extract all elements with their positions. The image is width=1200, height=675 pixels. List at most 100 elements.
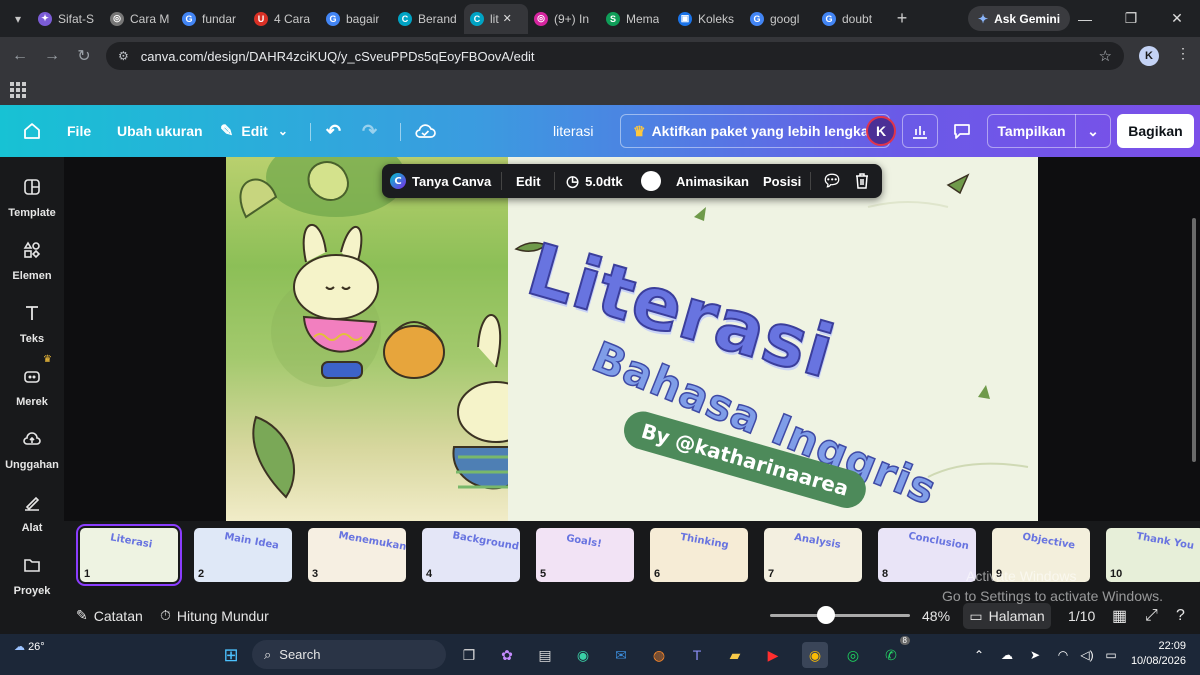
present-button[interactable]: Tampilkan ⌄ [987, 114, 1111, 148]
page-thumbnail[interactable]: Thinking 6 [650, 528, 748, 582]
wifi-icon[interactable]: ◠ [1050, 642, 1076, 668]
sidebar-item-template[interactable]: Template [0, 177, 64, 219]
page-thumbnail[interactable]: Menemukan 3 [308, 528, 406, 582]
page-thumbnail[interactable]: Main Idea 2 [194, 528, 292, 582]
teams-icon[interactable]: T [684, 642, 710, 668]
insights-chart-icon[interactable] [902, 114, 938, 148]
weather-widget[interactable]: ☁ 26° [14, 640, 45, 653]
spotify-icon[interactable]: ◎ [840, 642, 866, 668]
page-thumbnail[interactable]: Analysis 7 [764, 528, 862, 582]
tab-close-icon[interactable]: ✕ [503, 12, 512, 25]
onedrive-icon[interactable]: ☁ [994, 642, 1020, 668]
whatsapp-icon[interactable]: ✆ 8 [878, 636, 910, 668]
firefox-icon[interactable]: ◍ [646, 642, 672, 668]
float-edit-button[interactable]: Edit [516, 164, 541, 198]
help-icon[interactable]: ? [1176, 597, 1185, 634]
watermark-line1: Activate Windows [966, 568, 1077, 584]
bookmark-star-icon[interactable]: ☆ [1099, 47, 1112, 65]
zoom-slider-knob[interactable] [817, 606, 835, 624]
color-picker-button[interactable] [641, 164, 661, 198]
close-window-button[interactable]: ✕ [1154, 0, 1200, 37]
comment-icon[interactable] [944, 114, 980, 148]
present-label[interactable]: Tampilkan [988, 114, 1076, 148]
file-menu[interactable]: File [67, 105, 91, 157]
sidebar-item-unggahan[interactable]: Unggahan [0, 429, 64, 471]
cloud-saved-icon[interactable] [414, 105, 436, 157]
restore-button[interactable]: ❐ [1108, 0, 1154, 37]
start-windows-icon[interactable]: ⊞ [218, 642, 244, 668]
browser-tab[interactable]: Clit ✕ [464, 3, 528, 34]
store-icon[interactable]: ▤ [532, 642, 558, 668]
forward-button[interactable]: → [36, 47, 68, 65]
browser-tab[interactable]: ✦ Sifat-S [32, 4, 104, 34]
thumbnail-title: Conclusion [907, 530, 970, 553]
undo-icon[interactable]: ↶ [326, 105, 341, 157]
home-icon[interactable] [22, 105, 42, 157]
browser-tab[interactable]: Gfundar [176, 4, 248, 34]
minimize-button[interactable]: — [1062, 0, 1108, 37]
copilot-icon[interactable]: ✿ [494, 642, 520, 668]
sidebar-item-alat[interactable]: Alat [0, 492, 64, 534]
timer-button[interactable]: ⏱ Hitung Mundur [160, 597, 269, 634]
youtube-icon[interactable]: ▶ [760, 642, 786, 668]
upgrade-plan-button[interactable]: ♛ Aktifkan paket yang lebih lengkap [620, 114, 891, 148]
duration-button[interactable]: ◷ 5.0dtk [566, 164, 623, 198]
page-thumbnail[interactable]: Literasi 1 [76, 524, 182, 586]
sidebar-item-elemen[interactable]: Elemen [0, 240, 64, 282]
profile-avatar[interactable]: K [1139, 46, 1159, 66]
editor-scrollbar[interactable] [1192, 218, 1196, 462]
ask-canva-button[interactable]: C Tanya Canva [390, 164, 491, 198]
tray-chevron-up-icon[interactable]: ⌃ [966, 642, 992, 668]
browser-menu-icon[interactable]: ⋮ [1176, 45, 1190, 62]
notes-button[interactable]: ✎ Catatan [76, 597, 143, 634]
browser-tab[interactable]: U 4 Cara [248, 4, 320, 34]
outlook-icon[interactable]: ✉ [608, 642, 634, 668]
present-options-chevron-icon[interactable]: ⌄ [1076, 123, 1110, 140]
location-icon[interactable]: ➤ [1022, 642, 1048, 668]
page-thumbnail[interactable]: Goals! 5 [536, 528, 634, 582]
apps-grid-icon[interactable] [10, 82, 26, 98]
zoom-slider[interactable] [770, 606, 910, 624]
edge-icon[interactable]: ◉ [570, 642, 596, 668]
sidebar-item-proyek[interactable]: Proyek [0, 555, 64, 597]
thumbnail-number: 1 [84, 568, 91, 580]
slide-canvas[interactable]: Literasi Bahasa Inggris By @katharinaare… [226, 157, 1038, 521]
position-button[interactable]: Posisi [763, 164, 801, 198]
site-info-icon[interactable]: ⚙ [118, 49, 129, 63]
reload-button[interactable]: ↻ [68, 46, 100, 66]
ask-gemini-button[interactable]: ✦ Ask Gemini [968, 6, 1071, 31]
volume-icon[interactable]: ◁) [1074, 642, 1100, 668]
document-title[interactable]: literasi [553, 105, 593, 157]
sidebar-item-teks[interactable]: Teks [0, 303, 64, 345]
edit-menu[interactable]: ✎ Edit ⌄ [220, 105, 288, 157]
browser-tab[interactable]: Ggoogl [744, 4, 816, 34]
browser-tab[interactable]: Gbagair [320, 4, 392, 34]
browser-tab[interactable]: S Mema [600, 4, 672, 34]
share-button[interactable]: Bagikan [1117, 114, 1194, 148]
file-explorer-icon[interactable]: ▰ [722, 642, 748, 668]
browser-tab[interactable]: ◎ Cara M [104, 4, 176, 34]
add-comment-icon[interactable]: 💬︎ [822, 164, 842, 198]
chrome-icon[interactable]: ◉ [802, 642, 828, 668]
browser-tab[interactable]: ◎ (9+) In [528, 4, 600, 34]
taskbar-search[interactable]: ⌕ Search [252, 640, 446, 669]
battery-icon[interactable]: ▭ [1098, 642, 1124, 668]
task-view-icon[interactable]: ❐ [456, 642, 482, 668]
redo-icon[interactable]: ↷ [362, 105, 377, 157]
omnibox[interactable]: ⚙ canva.com/design/DAHR4zciKUQ/y_cSveuPP… [106, 42, 1124, 70]
tab-search-icon[interactable]: ▾ [4, 5, 32, 33]
animate-button[interactable]: Animasikan [676, 164, 749, 198]
new-tab-button[interactable]: + [888, 8, 916, 29]
resize-menu[interactable]: Ubah ukuran [117, 105, 203, 157]
back-button[interactable]: ← [4, 47, 36, 65]
browser-tab[interactable]: ▣ Koleks [672, 4, 744, 34]
sidebar-item-merek[interactable]: Merek [0, 366, 64, 408]
browser-tab[interactable]: C Berand [392, 4, 464, 34]
url-text[interactable]: canva.com/design/DAHR4zciKUQ/y_cSveuPPDs… [141, 49, 535, 64]
browser-tab[interactable]: Gdoubt [816, 4, 888, 34]
page-thumbnail[interactable]: Background 4 [422, 528, 520, 582]
pages-button[interactable]: ▭ Halaman [963, 603, 1051, 629]
taskbar-clock[interactable]: 22:09 10/08/2026 [1126, 639, 1186, 669]
trash-icon[interactable] [854, 164, 870, 198]
user-avatar[interactable]: K [866, 116, 896, 146]
